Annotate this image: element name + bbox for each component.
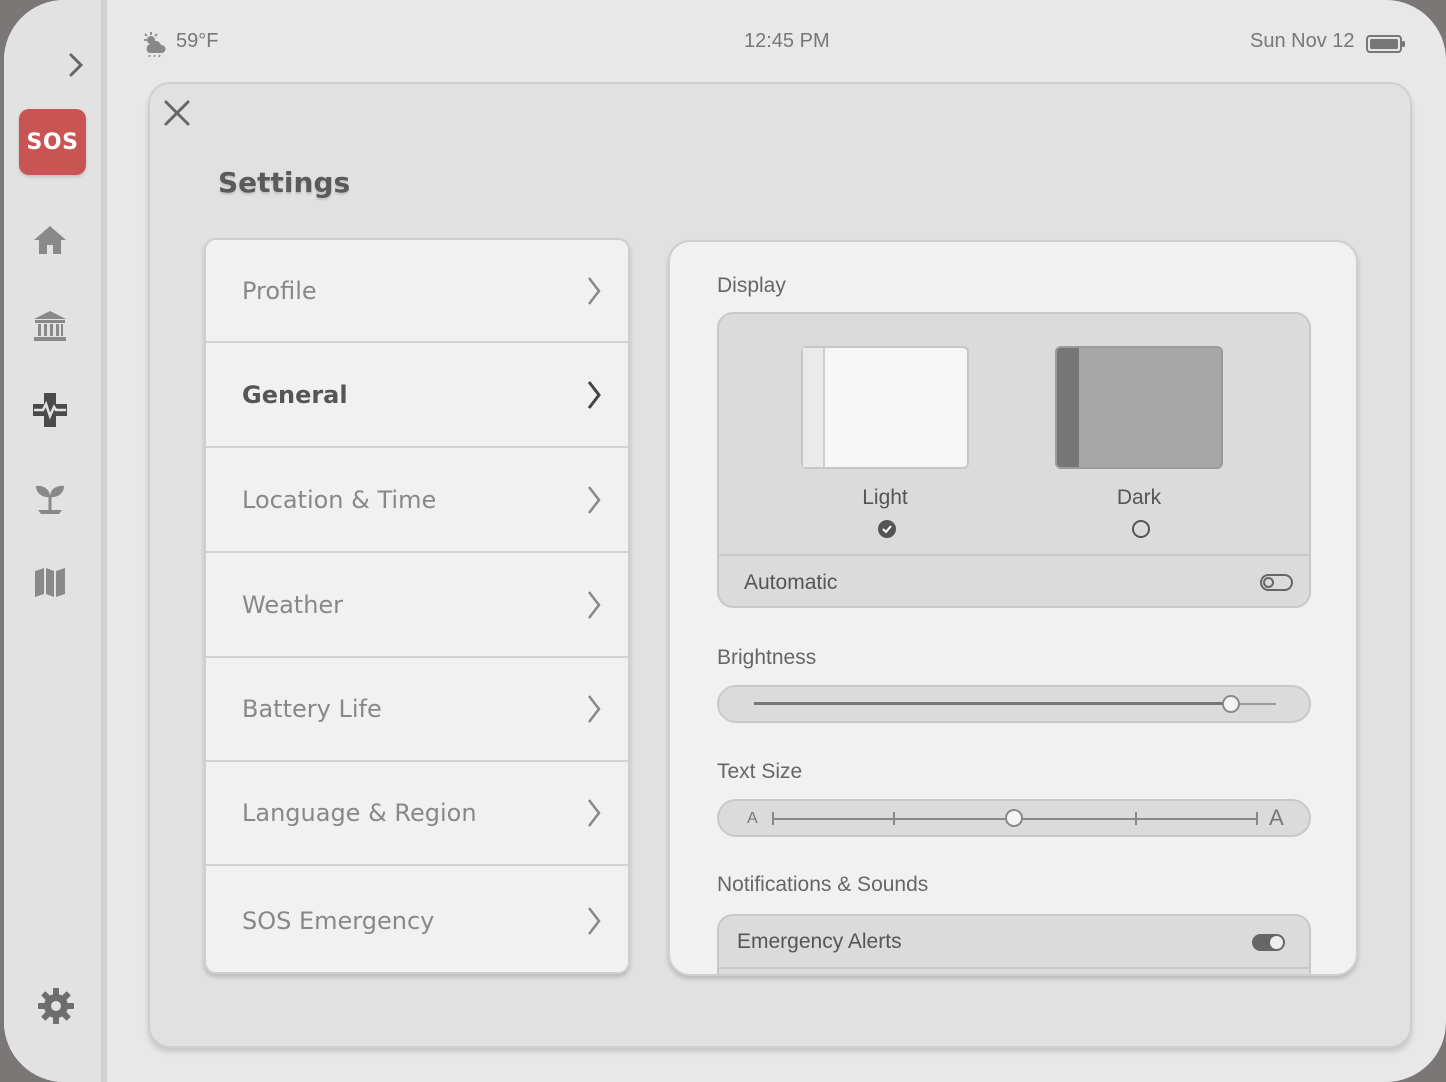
emergency-alerts-label: Emergency Alerts [737,929,902,953]
menu-item-label: Weather [242,590,344,619]
text-size-tick [1135,812,1137,825]
map-icon[interactable] [30,562,70,602]
settings-panel: Settings Profile General Location & Time… [148,82,1412,1048]
expand-rail-chevron-right-icon[interactable] [66,52,86,78]
chevron-right-icon [587,380,601,409]
notifications-box: Emergency Alerts [717,914,1311,974]
text-size-tick [893,812,895,825]
health-icon[interactable] [30,390,70,430]
nav-rail: SOS [4,0,107,1082]
menu-item-weather[interactable]: Weather [206,553,628,658]
device-frame: SOS 59°F 12:45 PM Sun Nov 12 Settings Pr… [4,0,1446,1082]
menu-item-label: Battery Life [242,695,382,723]
brightness-slider[interactable] [717,685,1311,723]
dark-theme-radio[interactable] [1132,520,1150,538]
gear-icon[interactable] [36,986,76,1026]
text-size-small-glyph: A [747,810,758,827]
display-theme-box: Light Dark Automatic [717,312,1311,608]
brightness-slider-handle[interactable] [1221,695,1240,713]
menu-item-label: General [242,380,348,409]
menu-item-language-region[interactable]: Language & Region [206,762,628,866]
dark-theme-thumbnail[interactable] [1055,346,1223,469]
chevron-right-icon [588,276,601,305]
automatic-label: Automatic [744,571,838,594]
chevron-right-icon [588,695,601,723]
chevron-right-icon [588,799,601,827]
close-icon[interactable] [162,98,192,128]
text-size-slider[interactable]: A A [717,799,1311,837]
weather-cloud-sun-icon [141,31,169,61]
text-size-tick [1256,812,1258,825]
chevron-right-icon [588,590,601,619]
settings-menu: Profile General Location & Time Weather … [204,238,630,974]
chevron-right-icon [588,907,601,935]
light-theme-label: Light [862,486,908,509]
text-size-slider-handle[interactable] [1005,809,1023,827]
brightness-fill [754,702,1232,705]
text-size-label: Text Size [717,760,803,783]
general-settings-card: Display Light Dark Automatic Brightness [668,240,1358,976]
menu-item-label: SOS Emergency [242,907,435,935]
plant-icon[interactable] [30,478,70,518]
menu-item-battery-life[interactable]: Battery Life [206,658,628,762]
brightness-label: Brightness [717,646,817,669]
date-text: Sun Nov 12 [1250,30,1355,52]
automatic-row: Automatic [719,554,1309,606]
light-theme-thumbnail[interactable] [801,346,969,469]
menu-item-general[interactable]: General [206,343,628,448]
home-icon[interactable] [30,220,70,260]
clock-time: 12:45 PM [744,30,830,52]
emergency-alerts-row: Emergency Alerts [719,916,1309,969]
sos-button[interactable]: SOS [19,109,86,175]
menu-item-label: Language & Region [242,799,477,827]
automatic-toggle[interactable] [1260,574,1293,591]
menu-item-profile[interactable]: Profile [206,240,628,343]
light-theme-radio-checked[interactable] [878,520,896,538]
notifications-section-label: Notifications & Sounds [717,873,929,896]
emergency-alerts-toggle[interactable] [1252,934,1285,951]
temperature-text: 59°F [176,30,219,52]
menu-item-label: Profile [242,276,317,305]
bank-icon[interactable] [30,306,70,346]
dark-theme-label: Dark [1116,486,1162,509]
text-size-large-glyph: A [1269,805,1284,830]
text-size-tick [772,812,774,825]
chevron-right-icon [588,485,601,514]
menu-item-sos-emergency[interactable]: SOS Emergency [206,866,628,972]
battery-icon [1366,34,1406,58]
menu-item-label: Location & Time [242,485,437,514]
display-section-label: Display [717,274,786,297]
page-title: Settings [218,166,351,199]
menu-item-location-time[interactable]: Location & Time [206,448,628,553]
